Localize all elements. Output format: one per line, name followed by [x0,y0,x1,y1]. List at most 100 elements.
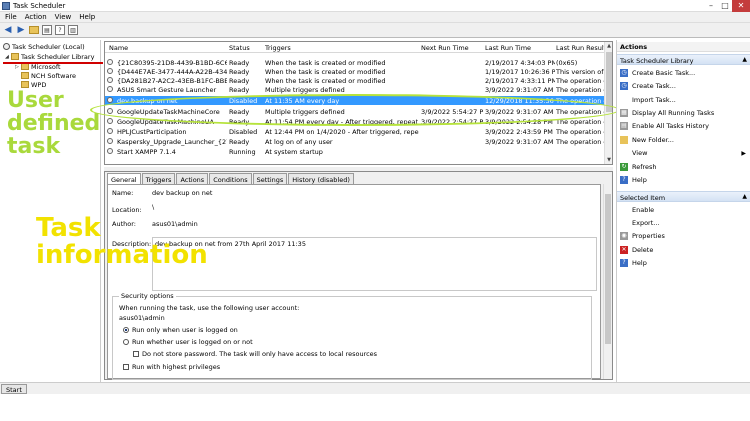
folder-icon[interactable] [29,26,39,34]
task-detail-pane: General Triggers Actions Conditions Sett… [104,171,613,380]
show-hide-action-pane-icon[interactable]: ▥ [68,25,78,35]
task-icon [107,128,113,134]
task-row[interactable]: Start XAMPP 7.1.4 Running At system star… [105,147,605,156]
checkbox-icon[interactable] [123,364,129,370]
scroll-down-arrow-icon[interactable]: ▼ [605,156,612,164]
tab-conditions[interactable]: Conditions [209,173,252,184]
task-icon [107,68,113,74]
library-section-header[interactable]: Task Scheduler Library ▲ [617,54,750,65]
collapse-up-icon[interactable]: ▲ [742,193,747,200]
actions-header: Actions [617,42,750,52]
action-view[interactable]: View ▶ [620,147,748,159]
green-ellipse-annotation [90,94,620,126]
column-triggers[interactable]: Triggers [265,44,291,52]
import-icon [620,96,628,104]
radio-icon[interactable] [123,339,129,345]
action-delete[interactable]: ✕ Delete [620,244,748,256]
toolbar: ◀ ▶ ▤ ? ▥ [0,23,750,38]
task-list-scrollbar[interactable]: ▲ ▼ [604,42,612,164]
task-row[interactable]: {D444E7AE-3477-444A-A22B-4343B... Ready … [105,67,605,76]
action-create-basic-task[interactable]: ◷ Create Basic Task... [620,67,748,79]
task-row[interactable]: ASUS Smart Gesture Launcher Ready Multip… [105,85,605,94]
actions-pane: Actions Task Scheduler Library ▲ ◷ Creat… [616,40,750,382]
task-row[interactable]: Kaspersky_Upgrade_Launcher_{278... Ready… [105,137,605,146]
tree-item-local[interactable]: Task Scheduler (Local) [3,42,85,51]
action-help[interactable]: ? Help [620,174,748,186]
folder-icon [620,136,628,144]
task-row[interactable]: {DA281B27-A2C2-43EB-B1FC-BBE8... Ready W… [105,76,605,85]
show-hide-tree-icon[interactable]: ▤ [42,25,52,35]
menu-file[interactable]: File [2,12,22,22]
task-icon [107,97,113,103]
run-logged-on-option[interactable]: Run only when user is logged on [123,326,238,334]
detail-tabs: General Triggers Actions Conditions Sett… [107,173,355,184]
history-icon: ▤ [620,122,628,130]
selected-item-section-header[interactable]: Selected Item ▲ [617,191,750,202]
forward-arrow-icon[interactable]: ▶ [16,25,26,35]
detail-scrollbar[interactable] [603,184,611,379]
back-arrow-icon[interactable]: ◀ [3,25,13,35]
status-bar: Start [0,382,750,394]
folder-icon [21,63,29,70]
location-label: Location: [112,206,142,214]
start-button[interactable]: Start [1,384,27,394]
action-import-task[interactable]: Import Task... [620,94,748,106]
task-row[interactable]: {21C80395-21D8-4439-B1BD-6C68C... Ready … [105,58,605,67]
tab-actions[interactable]: Actions [176,173,209,184]
menu-view[interactable]: View [52,12,77,22]
task-list-header: Name Status Triggers Next Run Time Last … [105,42,612,53]
run-whether-option[interactable]: Run whether user is logged on or not [123,338,253,346]
properties-icon: ◉ [620,232,628,240]
action-refresh[interactable]: ↻ Refresh [620,161,748,173]
enable-icon [620,206,628,214]
task-scheduler-icon [2,2,10,10]
task-icon [107,148,113,154]
no-password-option[interactable]: Do not store password. The task will onl… [133,350,377,358]
refresh-icon: ↻ [620,163,628,171]
task-icon [107,118,113,124]
task-icon [107,138,113,144]
column-next-run-time[interactable]: Next Run Time [421,44,469,52]
location-value: \ [152,203,155,211]
task-icon [107,86,113,92]
action-enable[interactable]: Enable [620,204,748,216]
task-icon [107,59,113,65]
folder-icon [11,53,19,60]
security-options-group: Security options When running the task, … [112,292,592,380]
action-new-folder[interactable]: New Folder... [620,134,748,146]
menu-help[interactable]: Help [76,12,100,22]
scrollbar-thumb[interactable] [606,52,612,112]
column-name[interactable]: Name [109,44,128,52]
task-row[interactable]: HPLJCustParticipation Disabled At 12:44 … [105,127,605,136]
tab-settings[interactable]: Settings [252,173,288,184]
column-status[interactable]: Status [229,44,250,52]
name-label: Name: [112,189,134,197]
action-properties[interactable]: ◉ Properties [620,230,748,242]
tab-history[interactable]: History (disabled) [288,173,354,184]
action-enable-history[interactable]: ▤ Enable All Tasks History [620,120,748,132]
highest-privileges-option[interactable]: Run with highest privileges [123,363,220,371]
running-tasks-icon: ▦ [620,109,628,117]
tree-item-library[interactable]: ◢ Task Scheduler Library [5,52,94,61]
tree-item-nch-software[interactable]: NCH Software [21,71,76,80]
action-export[interactable]: Export... [620,217,748,229]
help-toolbar-icon[interactable]: ? [55,25,65,35]
collapse-up-icon[interactable]: ▲ [742,56,747,63]
radio-selected-icon[interactable] [123,327,129,333]
column-last-run-result[interactable]: Last Run Result [556,44,606,52]
window-controls: – □ ✕ [704,0,750,12]
menu-action[interactable]: Action [22,12,52,22]
tab-triggers[interactable]: Triggers [141,173,176,184]
scrollbar-thumb[interactable] [605,194,611,344]
minimize-button[interactable]: – [704,0,718,12]
scroll-up-arrow-icon[interactable]: ▲ [605,42,612,50]
column-last-run-time[interactable]: Last Run Time [485,44,531,52]
red-underline-annotation [3,62,107,64]
action-selected-help[interactable]: ? Help [620,257,748,269]
maximize-button[interactable]: □ [718,0,732,12]
action-display-running[interactable]: ▦ Display All Running Tasks [620,107,748,119]
action-create-task[interactable]: ◷ Create Task... [620,80,748,92]
close-button[interactable]: ✕ [732,0,750,12]
tab-general[interactable]: General [107,173,141,184]
checkbox-icon[interactable] [133,351,139,357]
